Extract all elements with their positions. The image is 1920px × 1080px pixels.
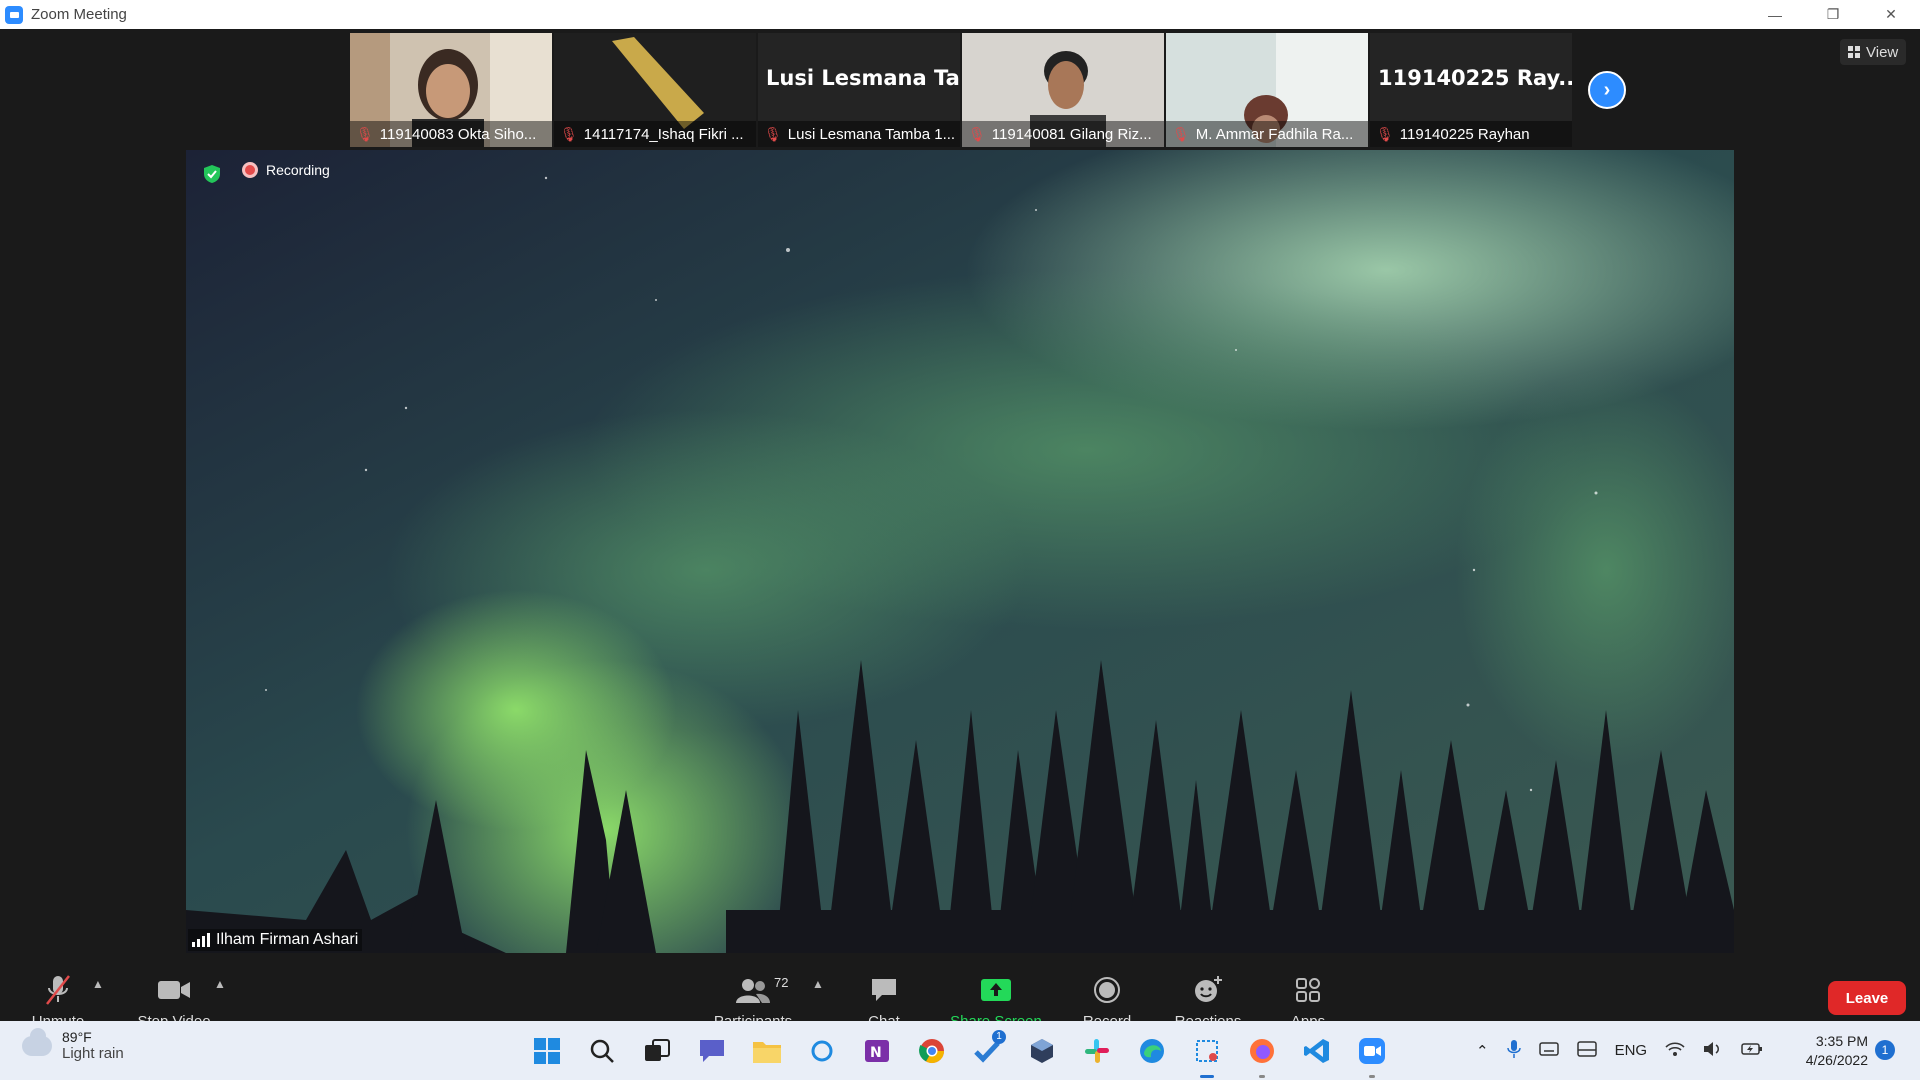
participants-icon: 72	[736, 973, 788, 1007]
windows-start-icon[interactable]	[528, 1032, 566, 1070]
participant-name-bar: 🎙︎ Lusi Lesmana Tamba 1...	[758, 121, 960, 147]
speaker-name: Ilham Firman Ashari	[216, 931, 359, 948]
participant-name-bar: 🎙︎ 119140083 Okta Siho...	[350, 121, 552, 147]
taskbar-app-icons: N 1	[528, 1021, 1391, 1080]
zoom-icon[interactable]	[1353, 1032, 1391, 1078]
windows-taskbar: 89°F Light rain N 1 ⌃ ENG 3:35 PM 4/26/2…	[0, 1021, 1920, 1080]
participant-name: Lusi Lesmana Tamba 1...	[787, 125, 956, 143]
mic-muted-icon: 🎙︎	[560, 125, 578, 142]
audio-options-caret-icon[interactable]: ▲	[92, 977, 104, 991]
cortana-icon[interactable]	[803, 1032, 841, 1070]
title-bar: Zoom Meeting — ❐ ✕	[0, 0, 1920, 29]
leave-button[interactable]: Leave	[1828, 981, 1906, 1015]
meeting-area: 🎙︎ 119140083 Okta Siho... 🎙︎ 14117174_Is…	[0, 29, 1920, 1050]
mic-muted-icon: 🎙︎	[1376, 125, 1394, 142]
todo-badge: 1	[992, 1029, 1006, 1044]
participant-name-bar: 🎙︎ M. Ammar Fadhila Ra...	[1166, 121, 1368, 147]
todo-icon[interactable]: 1	[968, 1029, 1006, 1070]
participant-name-bar: 🎙︎ 119140225 Rayhan	[1370, 121, 1572, 147]
microphone-icon[interactable]	[1506, 1039, 1521, 1063]
onenote-icon[interactable]: N	[858, 1032, 896, 1070]
video-options-caret-icon[interactable]: ▲	[214, 977, 226, 991]
participant-tile[interactable]: 🎙︎ M. Ammar Fadhila Ra...	[1166, 33, 1368, 147]
participant-tile[interactable]: 119140225 Ray... 🎙︎ 119140225 Rayhan	[1370, 33, 1572, 147]
volume-icon[interactable]	[1703, 1041, 1723, 1061]
mic-muted-icon: 🎙︎	[968, 125, 986, 142]
participant-name: 119140081 Gilang Riz...	[991, 125, 1152, 143]
mic-muted-icon	[43, 973, 73, 1007]
mic-muted-icon: 🎙︎	[1172, 125, 1190, 142]
participant-name-bar: 🎙︎ 119140081 Gilang Riz...	[962, 121, 1164, 147]
participants-options-caret-icon[interactable]: ▲	[812, 977, 824, 991]
chat-icon	[870, 973, 898, 1007]
system-tray: ⌃ ENG	[1476, 1021, 1763, 1080]
video-camera-icon	[157, 973, 191, 1007]
snipping-tool-icon[interactable]	[1188, 1032, 1226, 1078]
chrome-icon[interactable]	[913, 1032, 951, 1070]
system-clock[interactable]: 3:35 PM 4/26/2022	[1788, 1032, 1868, 1070]
recording-dot-icon	[242, 162, 258, 178]
tablet-mode-icon[interactable]	[1576, 1040, 1597, 1061]
clock-time: 3:35 PM	[1815, 1033, 1868, 1049]
aurora-background	[186, 150, 1734, 953]
signal-strength-icon	[192, 933, 210, 947]
mic-muted-icon: 🎙︎	[764, 125, 782, 142]
participant-name: 119140083 Okta Siho...	[379, 125, 537, 143]
share-screen-icon	[980, 973, 1012, 1007]
participant-tile[interactable]: Lusi Lesmana Ta... 🎙︎ Lusi Lesmana Tamba…	[758, 33, 960, 147]
view-label: View	[1866, 43, 1899, 61]
chevron-right-icon: ›	[1603, 78, 1611, 101]
mic-muted-icon: 🎙︎	[356, 125, 374, 142]
weather-widget[interactable]: 89°F Light rain	[22, 1027, 124, 1062]
record-icon	[1093, 973, 1121, 1007]
chevron-up-icon[interactable]: ⌃	[1476, 1042, 1489, 1060]
active-speaker-label: Ilham Firman Ashari	[188, 929, 363, 951]
wifi-icon[interactable]	[1665, 1041, 1685, 1061]
slack-icon[interactable]	[1078, 1032, 1116, 1070]
active-speaker-video: Recording Ilham Firman Ashari	[186, 150, 1734, 953]
virtualbox-icon[interactable]	[1023, 1032, 1061, 1070]
participant-count: 72	[774, 975, 789, 990]
weather-temperature: 89°F	[62, 1029, 92, 1045]
weather-condition: Light rain	[62, 1045, 124, 1062]
vscode-icon[interactable]	[1298, 1032, 1336, 1070]
window-title: Zoom Meeting	[31, 6, 127, 23]
participant-name: 119140225 Rayhan	[1399, 125, 1530, 143]
notification-badge[interactable]: 1	[1875, 1040, 1895, 1060]
language-indicator[interactable]: ENG	[1615, 1042, 1648, 1059]
participant-tile[interactable]: 🎙︎ 119140081 Gilang Riz...	[962, 33, 1164, 147]
participant-name: 14117174_Ishaq Fikri ...	[583, 125, 744, 143]
clock-date: 4/26/2022	[1805, 1052, 1868, 1068]
apps-icon	[1294, 973, 1322, 1007]
firefox-icon[interactable]	[1243, 1032, 1281, 1078]
next-page-button[interactable]: ›	[1588, 71, 1626, 109]
participant-name: M. Ammar Fadhila Ra...	[1195, 125, 1354, 143]
teams-chat-icon[interactable]	[693, 1032, 731, 1070]
participant-display-name: Lusi Lesmana Ta...	[766, 66, 960, 90]
edge-icon[interactable]	[1133, 1032, 1171, 1070]
svg-text:N: N	[870, 1045, 882, 1061]
recording-label: Recording	[266, 162, 330, 178]
task-view-icon[interactable]	[638, 1032, 676, 1070]
view-button[interactable]: View	[1840, 39, 1907, 65]
participant-name-bar: 🎙︎ 14117174_Ishaq Fikri ...	[554, 121, 756, 147]
participant-tile[interactable]: 🎙︎ 119140083 Okta Siho...	[350, 33, 552, 147]
reactions-icon	[1193, 973, 1223, 1007]
file-explorer-icon[interactable]	[748, 1032, 786, 1070]
window-controls: — ❐ ✕	[1746, 0, 1920, 29]
zoom-app-icon	[5, 5, 23, 24]
participant-thumbnail-strip: 🎙︎ 119140083 Okta Siho... 🎙︎ 14117174_Is…	[350, 33, 1572, 147]
minimize-button[interactable]: —	[1746, 0, 1804, 29]
participant-display-name: 119140225 Ray...	[1378, 66, 1572, 90]
search-icon[interactable]	[583, 1032, 621, 1070]
grid-icon	[1848, 46, 1860, 58]
participant-tile[interactable]: 🎙︎ 14117174_Ishaq Fikri ...	[554, 33, 756, 147]
restore-button[interactable]: ❐	[1804, 0, 1862, 29]
encryption-shield-icon[interactable]	[202, 164, 222, 184]
recording-indicator[interactable]: Recording	[242, 162, 330, 178]
battery-charging-icon[interactable]	[1741, 1042, 1763, 1060]
close-button[interactable]: ✕	[1862, 0, 1920, 29]
keyboard-icon[interactable]	[1538, 1041, 1559, 1060]
cloud-rain-icon	[22, 1027, 52, 1056]
